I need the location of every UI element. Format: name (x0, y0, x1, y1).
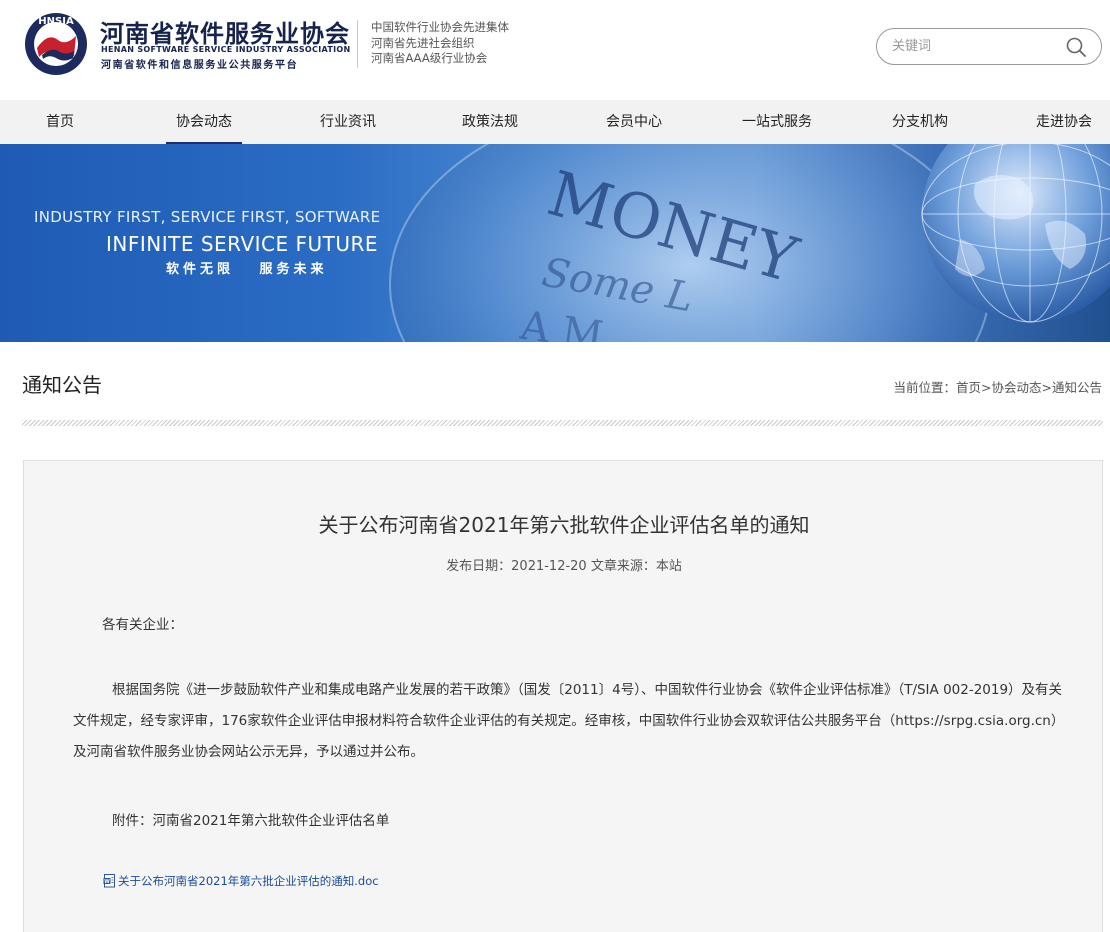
honor-item: 河南省先进社会组织 (371, 35, 475, 50)
breadcrumb-home[interactable]: 首页 (956, 380, 981, 395)
section-divider (22, 420, 1103, 426)
honors-list: 中国软件行业协会先进集体 河南省先进社会组织 河南省AAA级行业协会 (371, 20, 509, 67)
logo-arc-text: HNSIA (38, 16, 74, 27)
logo-chinese-name[interactable]: 河南省软件服务业协会 (100, 14, 350, 49)
main-nav: 首页 协会动态 行业资讯 政策法规 会员中心 一站式服务 分支机构 走进协会 (0, 100, 1110, 144)
search-box (876, 28, 1102, 65)
nav-item-policies[interactable]: 政策法规 (452, 100, 528, 144)
honor-item: 中国软件行业协会先进集体 (371, 20, 509, 34)
nav-item-member-center[interactable]: 会员中心 (596, 100, 672, 144)
association-logo-icon[interactable]: HNSIA (22, 11, 90, 77)
nav-item-association-news[interactable]: 协会动态 (166, 100, 242, 144)
logo-divider (357, 20, 358, 68)
nav-item-one-stop-service[interactable]: 一站式服务 (732, 100, 822, 144)
site-header: HNSIA 河南省软件服务业协会 HENAN SOFTWARE SERVICE … (0, 0, 1110, 100)
banner-slogan-line-2: INFINITE SERVICE FUTURE (106, 232, 379, 256)
page-title: 通知公告 (22, 373, 102, 397)
svg-text:W: W (104, 879, 110, 885)
nav-item-about[interactable]: 走进协会 (1026, 100, 1102, 144)
search-icon[interactable] (1065, 36, 1087, 58)
attachment-file-name[interactable]: 关于公布河南省2021年第六批企业评估的通知.doc (118, 873, 379, 889)
article-greeting: 各有关企业： (102, 617, 183, 633)
article-meta: 发布日期：2021-12-20 文章来源：本站 (446, 559, 682, 574)
breadcrumb-notices[interactable]: 通知公告 (1052, 380, 1102, 395)
nav-item-industry-info[interactable]: 行业资讯 (310, 100, 386, 144)
attachment-download-link[interactable]: W 关于公布河南省2021年第六批企业评估的通知.doc (103, 873, 379, 889)
banner-slogan-chinese: 软件无限 服务未来 (166, 262, 328, 277)
banner-slogan-line-1: INDUSTRY FIRST, SERVICE FIRST, SOFTWARE (34, 208, 381, 226)
doc-file-icon: W (103, 874, 115, 888)
breadcrumb: 当前位置：首页>协会动态>通知公告 (893, 377, 1102, 396)
breadcrumb-separator: > (981, 380, 992, 395)
logo-english-name: HENAN SOFTWARE SERVICE INDUSTRY ASSOCIAT… (101, 45, 351, 54)
nav-item-home[interactable]: 首页 (20, 100, 100, 144)
article-title: 关于公布河南省2021年第六批软件企业评估名单的通知 (318, 513, 810, 537)
article-attachment-note: 附件：河南省2021年第六批软件企业评估名单 (112, 813, 390, 829)
article-body-paragraph: 根据国务院《进一步鼓励软件产业和集成电路产业发展的若干政策》（国发〔2011〕4… (73, 682, 1063, 760)
nav-item-branches[interactable]: 分支机构 (882, 100, 958, 144)
hero-banner: MONEY Some L A M INDUSTRY FIRST, SERVICE… (0, 144, 1110, 342)
breadcrumb-prefix: 当前位置： (893, 380, 956, 395)
breadcrumb-separator: > (1041, 380, 1052, 395)
search-input[interactable] (892, 37, 1062, 56)
article-panel: 关于公布河南省2021年第六批软件企业评估名单的通知 发布日期：2021-12-… (23, 460, 1103, 932)
logo-platform-name: 河南省软件和信息服务业公共服务平台 (101, 60, 299, 71)
breadcrumb-association-news[interactable]: 协会动态 (991, 380, 1041, 395)
honor-item: 河南省AAA级行业协会 (371, 51, 488, 65)
